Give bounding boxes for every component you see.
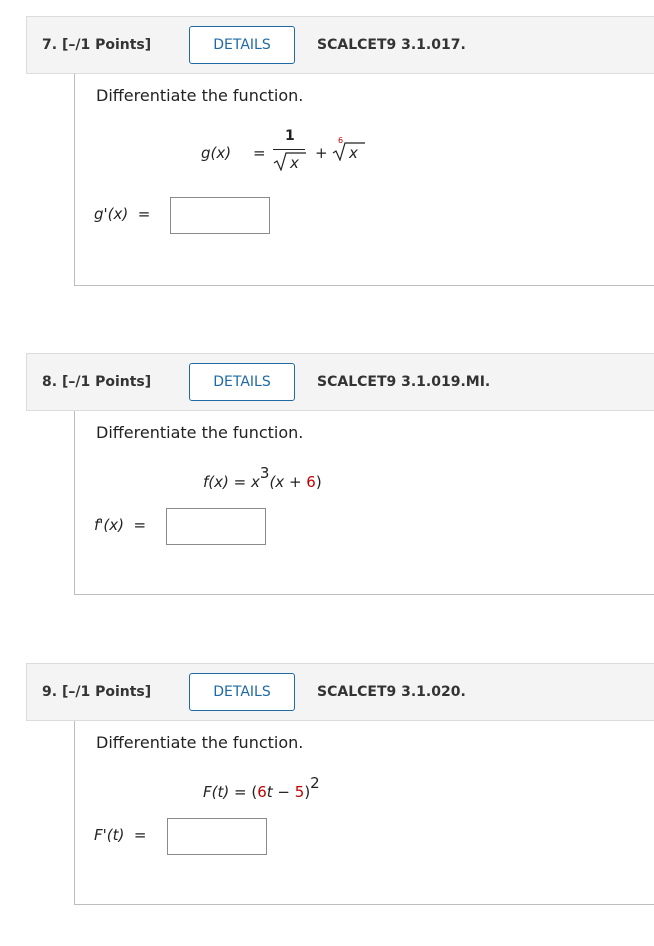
- question-code: SCALCET9 3.1.019.MI.: [317, 374, 491, 390]
- equals-sign: =: [233, 473, 247, 491]
- question-number: 8. [–/1 Points]: [42, 374, 152, 390]
- function-expression: g(x) = 1 x + 6 x: [201, 128, 381, 178]
- details-button[interactable]: DETAILS: [189, 26, 295, 64]
- question-8: 8. [–/1 Points] DETAILS SCALCET9 3.1.019…: [0, 353, 654, 598]
- function-close: ): [315, 473, 322, 491]
- function-minus: −: [272, 783, 295, 801]
- function-exponent: 3: [259, 464, 270, 482]
- answer-label: g'(x) =: [94, 205, 151, 223]
- function-constant: 5: [294, 783, 305, 801]
- question-7: 7. [–/1 Points] DETAILS SCALCET9 3.1.017…: [0, 16, 654, 291]
- question-header: 9. [–/1 Points] DETAILS SCALCET9 3.1.020…: [26, 663, 654, 721]
- denominator-radicand: x: [290, 154, 299, 172]
- function-lhs: f(x): [203, 473, 229, 491]
- function-expression: f(x) = x3(x + 6): [203, 464, 322, 491]
- answer-label: F'(t) =: [94, 826, 147, 844]
- function-constant: 6: [306, 473, 316, 491]
- details-button[interactable]: DETAILS: [189, 363, 295, 401]
- root-radicand: x: [349, 144, 358, 162]
- question-body: Differentiate the function. f(x) = x3(x …: [74, 411, 654, 595]
- question-header: 8. [–/1 Points] DETAILS SCALCET9 3.1.019…: [26, 353, 654, 411]
- answer-input[interactable]: [166, 508, 266, 545]
- question-code: SCALCET9 3.1.020.: [317, 684, 466, 700]
- question-header: 7. [–/1 Points] DETAILS SCALCET9 3.1.017…: [26, 16, 654, 74]
- question-prompt: Differentiate the function.: [96, 733, 304, 752]
- question-number: 7. [–/1 Points]: [42, 37, 152, 53]
- fraction-bar: [273, 149, 305, 150]
- equals-sign: =: [234, 783, 247, 801]
- fraction-numerator: 1: [285, 128, 295, 144]
- function-base: x: [251, 473, 260, 491]
- function-expression: F(t) = (6t − 5)2: [203, 774, 320, 801]
- question-prompt: Differentiate the function.: [96, 86, 304, 105]
- question-prompt: Differentiate the function.: [96, 423, 304, 442]
- answer-input[interactable]: [170, 197, 270, 234]
- question-body: Differentiate the function. g(x) = 1 x +…: [74, 74, 654, 286]
- question-number: 9. [–/1 Points]: [42, 684, 152, 700]
- plus-sign: +: [315, 144, 328, 162]
- function-open: (x +: [269, 473, 307, 491]
- answer-input[interactable]: [167, 818, 267, 855]
- answer-label: f'(x) =: [94, 516, 147, 534]
- function-lhs: g(x): [201, 144, 232, 162]
- question-code: SCALCET9 3.1.017.: [317, 37, 466, 53]
- question-9: 9. [–/1 Points] DETAILS SCALCET9 3.1.020…: [0, 663, 654, 908]
- question-body: Differentiate the function. F(t) = (6t −…: [74, 721, 654, 905]
- function-coefficient: 6: [257, 783, 267, 801]
- equals-sign: =: [253, 144, 266, 162]
- function-lhs: F(t): [203, 783, 230, 801]
- details-button[interactable]: DETAILS: [189, 673, 295, 711]
- function-exponent: 2: [310, 774, 320, 792]
